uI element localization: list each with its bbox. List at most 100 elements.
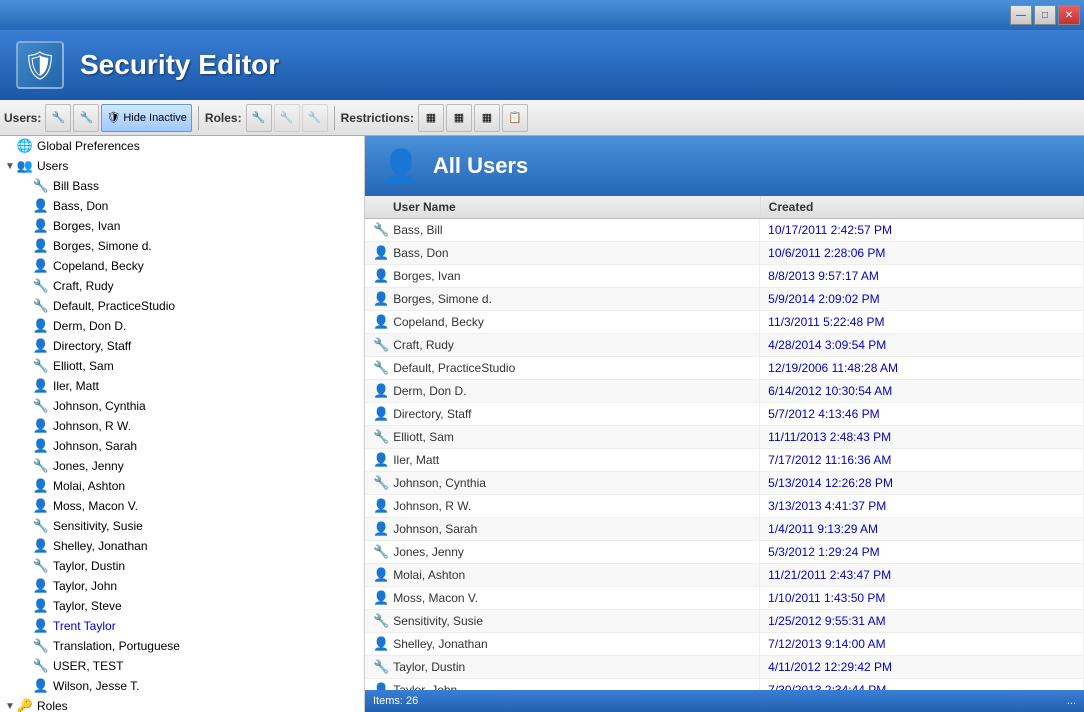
content-header-title: All Users xyxy=(433,153,528,179)
sidebar-item-moss-macon[interactable]: 👤 Moss, Macon V. xyxy=(16,496,364,516)
user-name-cell: 👤 Borges, Ivan xyxy=(365,265,760,287)
table-row[interactable]: 👤 Borges, Simone d. 5/9/2014 2:09:02 PM xyxy=(365,288,1084,311)
table-row[interactable]: 🔧 Johnson, Cynthia 5/13/2014 12:26:28 PM xyxy=(365,472,1084,495)
restriction-btn-4[interactable]: 📋 xyxy=(502,104,528,132)
table-row[interactable]: 👤 Shelley, Jonathan 7/12/2013 9:14:00 AM xyxy=(365,633,1084,656)
restriction-btn-1[interactable]: ▦ xyxy=(418,104,444,132)
sidebar-item-taylor-dustin[interactable]: 🔧 Taylor, Dustin xyxy=(16,556,364,576)
user-name-cell: 👤 Taylor, John xyxy=(365,679,760,690)
sidebar-item-default-ps[interactable]: 🔧 Default, PracticeStudio xyxy=(16,296,364,316)
user-admin-icon: 🔧 xyxy=(32,357,50,375)
restriction-btn-3[interactable]: ▦ xyxy=(474,104,500,132)
table-row[interactable]: 👤 Taylor, John 7/30/2013 2:34:44 PM xyxy=(365,679,1084,691)
created-date-cell: 4/11/2012 12:29:42 PM xyxy=(760,656,1083,679)
sidebar-item-copeland-becky[interactable]: 👤 Copeland, Becky xyxy=(16,256,364,276)
close-button[interactable]: ✕ xyxy=(1058,5,1080,25)
user-icon: 👤 xyxy=(32,597,50,615)
created-date-cell: 8/8/2013 9:57:17 AM xyxy=(760,265,1083,288)
table-row[interactable]: 👤 Directory, Staff 5/7/2012 4:13:46 PM xyxy=(365,403,1084,426)
table-row[interactable]: 👤 Bass, Don 10/6/2011 2:28:06 PM xyxy=(365,242,1084,265)
johnson-sarah-label: Johnson, Sarah xyxy=(53,439,137,453)
sidebar[interactable]: 🌐 Global Preferences ▼ 👥 Users 🔧 Bill Ba… xyxy=(0,136,365,712)
minimize-button[interactable]: — xyxy=(1010,5,1032,25)
remove-role-button[interactable]: 🔧 xyxy=(302,104,328,132)
user-admin-icon: 🔧 xyxy=(32,277,50,295)
content-panel: 👤 All Users User Name Created 🔧 Bass, Bi… xyxy=(365,136,1084,712)
sidebar-item-user-test[interactable]: 🔧 USER, TEST xyxy=(16,656,364,676)
sidebar-item-molai-ashton[interactable]: 👤 Molai, Ashton xyxy=(16,476,364,496)
add-role-button[interactable]: 🔧 xyxy=(246,104,272,132)
table-row[interactable]: 🔧 Craft, Rudy 4/28/2014 3:09:54 PM xyxy=(365,334,1084,357)
edit-role-button[interactable]: 🔧 xyxy=(274,104,300,132)
default-ps-label: Default, PracticeStudio xyxy=(53,299,175,313)
remove-user-button[interactable]: 🔧 xyxy=(73,104,99,132)
sidebar-item-global-prefs[interactable]: 🌐 Global Preferences xyxy=(0,136,364,156)
roles-label: Roles xyxy=(37,699,68,712)
row-icon: 👤 xyxy=(373,452,389,468)
table-row[interactable]: 👤 Iler, Matt 7/17/2012 11:16:36 AM xyxy=(365,449,1084,472)
row-icon: 👤 xyxy=(373,567,389,583)
sidebar-item-roles[interactable]: ▼ 🔑 Roles xyxy=(0,696,364,712)
sidebar-item-users[interactable]: ▼ 👥 Users xyxy=(0,156,364,176)
sidebar-item-taylor-steve[interactable]: 👤 Taylor, Steve xyxy=(16,596,364,616)
table-row[interactable]: 👤 Moss, Macon V. 1/10/2011 1:43:50 PM xyxy=(365,587,1084,610)
users-label: Users xyxy=(37,159,68,173)
sidebar-item-borges-simone[interactable]: 👤 Borges, Simone d. xyxy=(16,236,364,256)
sidebar-item-trent-taylor[interactable]: 👤 Trent Taylor xyxy=(16,616,364,636)
restrictions-toolbar-section: ▦ ▦ ▦ 📋 xyxy=(418,104,528,132)
sidebar-item-bass-don[interactable]: 👤 Bass, Don xyxy=(16,196,364,216)
sidebar-item-shelley-jonathan[interactable]: 👤 Shelley, Jonathan xyxy=(16,536,364,556)
table-row[interactable]: 🔧 Elliott, Sam 11/11/2013 2:48:43 PM xyxy=(365,426,1084,449)
bass-don-label: Bass, Don xyxy=(53,199,108,213)
sidebar-item-elliott-sam[interactable]: 🔧 Elliott, Sam xyxy=(16,356,364,376)
users-expand-icon[interactable]: ▼ xyxy=(4,161,16,172)
sidebar-item-taylor-john[interactable]: 👤 Taylor, John xyxy=(16,576,364,596)
taylor-dustin-label: Taylor, Dustin xyxy=(53,559,125,573)
sidebar-item-borges-ivan[interactable]: 👤 Borges, Ivan xyxy=(16,216,364,236)
table-row[interactable]: 🔧 Bass, Bill 10/17/2011 2:42:57 PM xyxy=(365,219,1084,242)
hide-inactive-button[interactable]: 🛡 Hide Inactive xyxy=(101,104,192,132)
sidebar-item-translation-port[interactable]: 🔧 Translation, Portuguese xyxy=(16,636,364,656)
table-row[interactable]: 👤 Johnson, R W. 3/13/2013 4:41:37 PM xyxy=(365,495,1084,518)
sidebar-item-iler-matt[interactable]: 👤 Iler, Matt xyxy=(16,376,364,396)
table-row[interactable]: 👤 Johnson, Sarah 1/4/2011 9:13:29 AM xyxy=(365,518,1084,541)
add-user-icon: 🔧 xyxy=(52,111,66,124)
sidebar-item-directory-staff[interactable]: 👤 Directory, Staff xyxy=(16,336,364,356)
all-users-icon: 👤 xyxy=(381,147,421,185)
user-icon: 👤 xyxy=(32,497,50,515)
sidebar-item-johnson-rw[interactable]: 👤 Johnson, R W. xyxy=(16,416,364,436)
sidebar-item-johnson-sarah[interactable]: 👤 Johnson, Sarah xyxy=(16,436,364,456)
sidebar-item-bill-bass[interactable]: 🔧 Bill Bass xyxy=(16,176,364,196)
sidebar-item-craft-rudy[interactable]: 🔧 Craft, Rudy xyxy=(16,276,364,296)
user-icon: 👤 xyxy=(32,197,50,215)
table-row[interactable]: 🔧 Sensitivity, Susie 1/25/2012 9:55:31 A… xyxy=(365,610,1084,633)
created-date-cell: 3/13/2013 4:41:37 PM xyxy=(760,495,1083,518)
table-row[interactable]: 🔧 Taylor, Dustin 4/11/2012 12:29:42 PM xyxy=(365,656,1084,679)
sidebar-item-wilson-jesse[interactable]: 👤 Wilson, Jesse T. xyxy=(16,676,364,696)
restriction-btn-2[interactable]: ▦ xyxy=(446,104,472,132)
restriction-3-icon: ▦ xyxy=(482,111,492,124)
table-row[interactable]: 👤 Borges, Ivan 8/8/2013 9:57:17 AM xyxy=(365,265,1084,288)
sidebar-item-sensitivity-susie[interactable]: 🔧 Sensitivity, Susie xyxy=(16,516,364,536)
table-row[interactable]: 🔧 Default, PracticeStudio 12/19/2006 11:… xyxy=(365,357,1084,380)
edit-role-icon: 🔧 xyxy=(280,111,294,124)
table-row[interactable]: 👤 Derm, Don D. 6/14/2012 10:30:54 AM xyxy=(365,380,1084,403)
sidebar-item-derm-don[interactable]: 👤 Derm, Don D. xyxy=(16,316,364,336)
main-content: 🌐 Global Preferences ▼ 👥 Users 🔧 Bill Ba… xyxy=(0,136,1084,712)
sidebar-item-johnson-cynthia[interactable]: 🔧 Johnson, Cynthia xyxy=(16,396,364,416)
sidebar-item-jones-jenny[interactable]: 🔧 Jones, Jenny xyxy=(16,456,364,476)
user-icon: 👤 xyxy=(32,257,50,275)
table-row[interactable]: 👤 Molai, Ashton 11/21/2011 2:43:47 PM xyxy=(365,564,1084,587)
user-icon: 👤 xyxy=(32,377,50,395)
row-icon: 🔧 xyxy=(373,429,389,445)
roles-expand-icon[interactable]: ▼ xyxy=(4,701,16,712)
add-user-button[interactable]: 🔧 xyxy=(45,104,71,132)
table-row[interactable]: 🔧 Jones, Jenny 5/3/2012 1:29:24 PM xyxy=(365,541,1084,564)
items-count: Items: 26 xyxy=(373,695,418,707)
table-row[interactable]: 👤 Copeland, Becky 11/3/2011 5:22:48 PM xyxy=(365,311,1084,334)
remove-user-icon: 🔧 xyxy=(80,111,94,124)
users-table-container[interactable]: User Name Created 🔧 Bass, Bill 10/17/201… xyxy=(365,196,1084,690)
created-date-cell: 11/3/2011 5:22:48 PM xyxy=(760,311,1083,334)
user-name-cell: 🔧 Sensitivity, Susie xyxy=(365,610,760,632)
maximize-button[interactable]: □ xyxy=(1034,5,1056,25)
